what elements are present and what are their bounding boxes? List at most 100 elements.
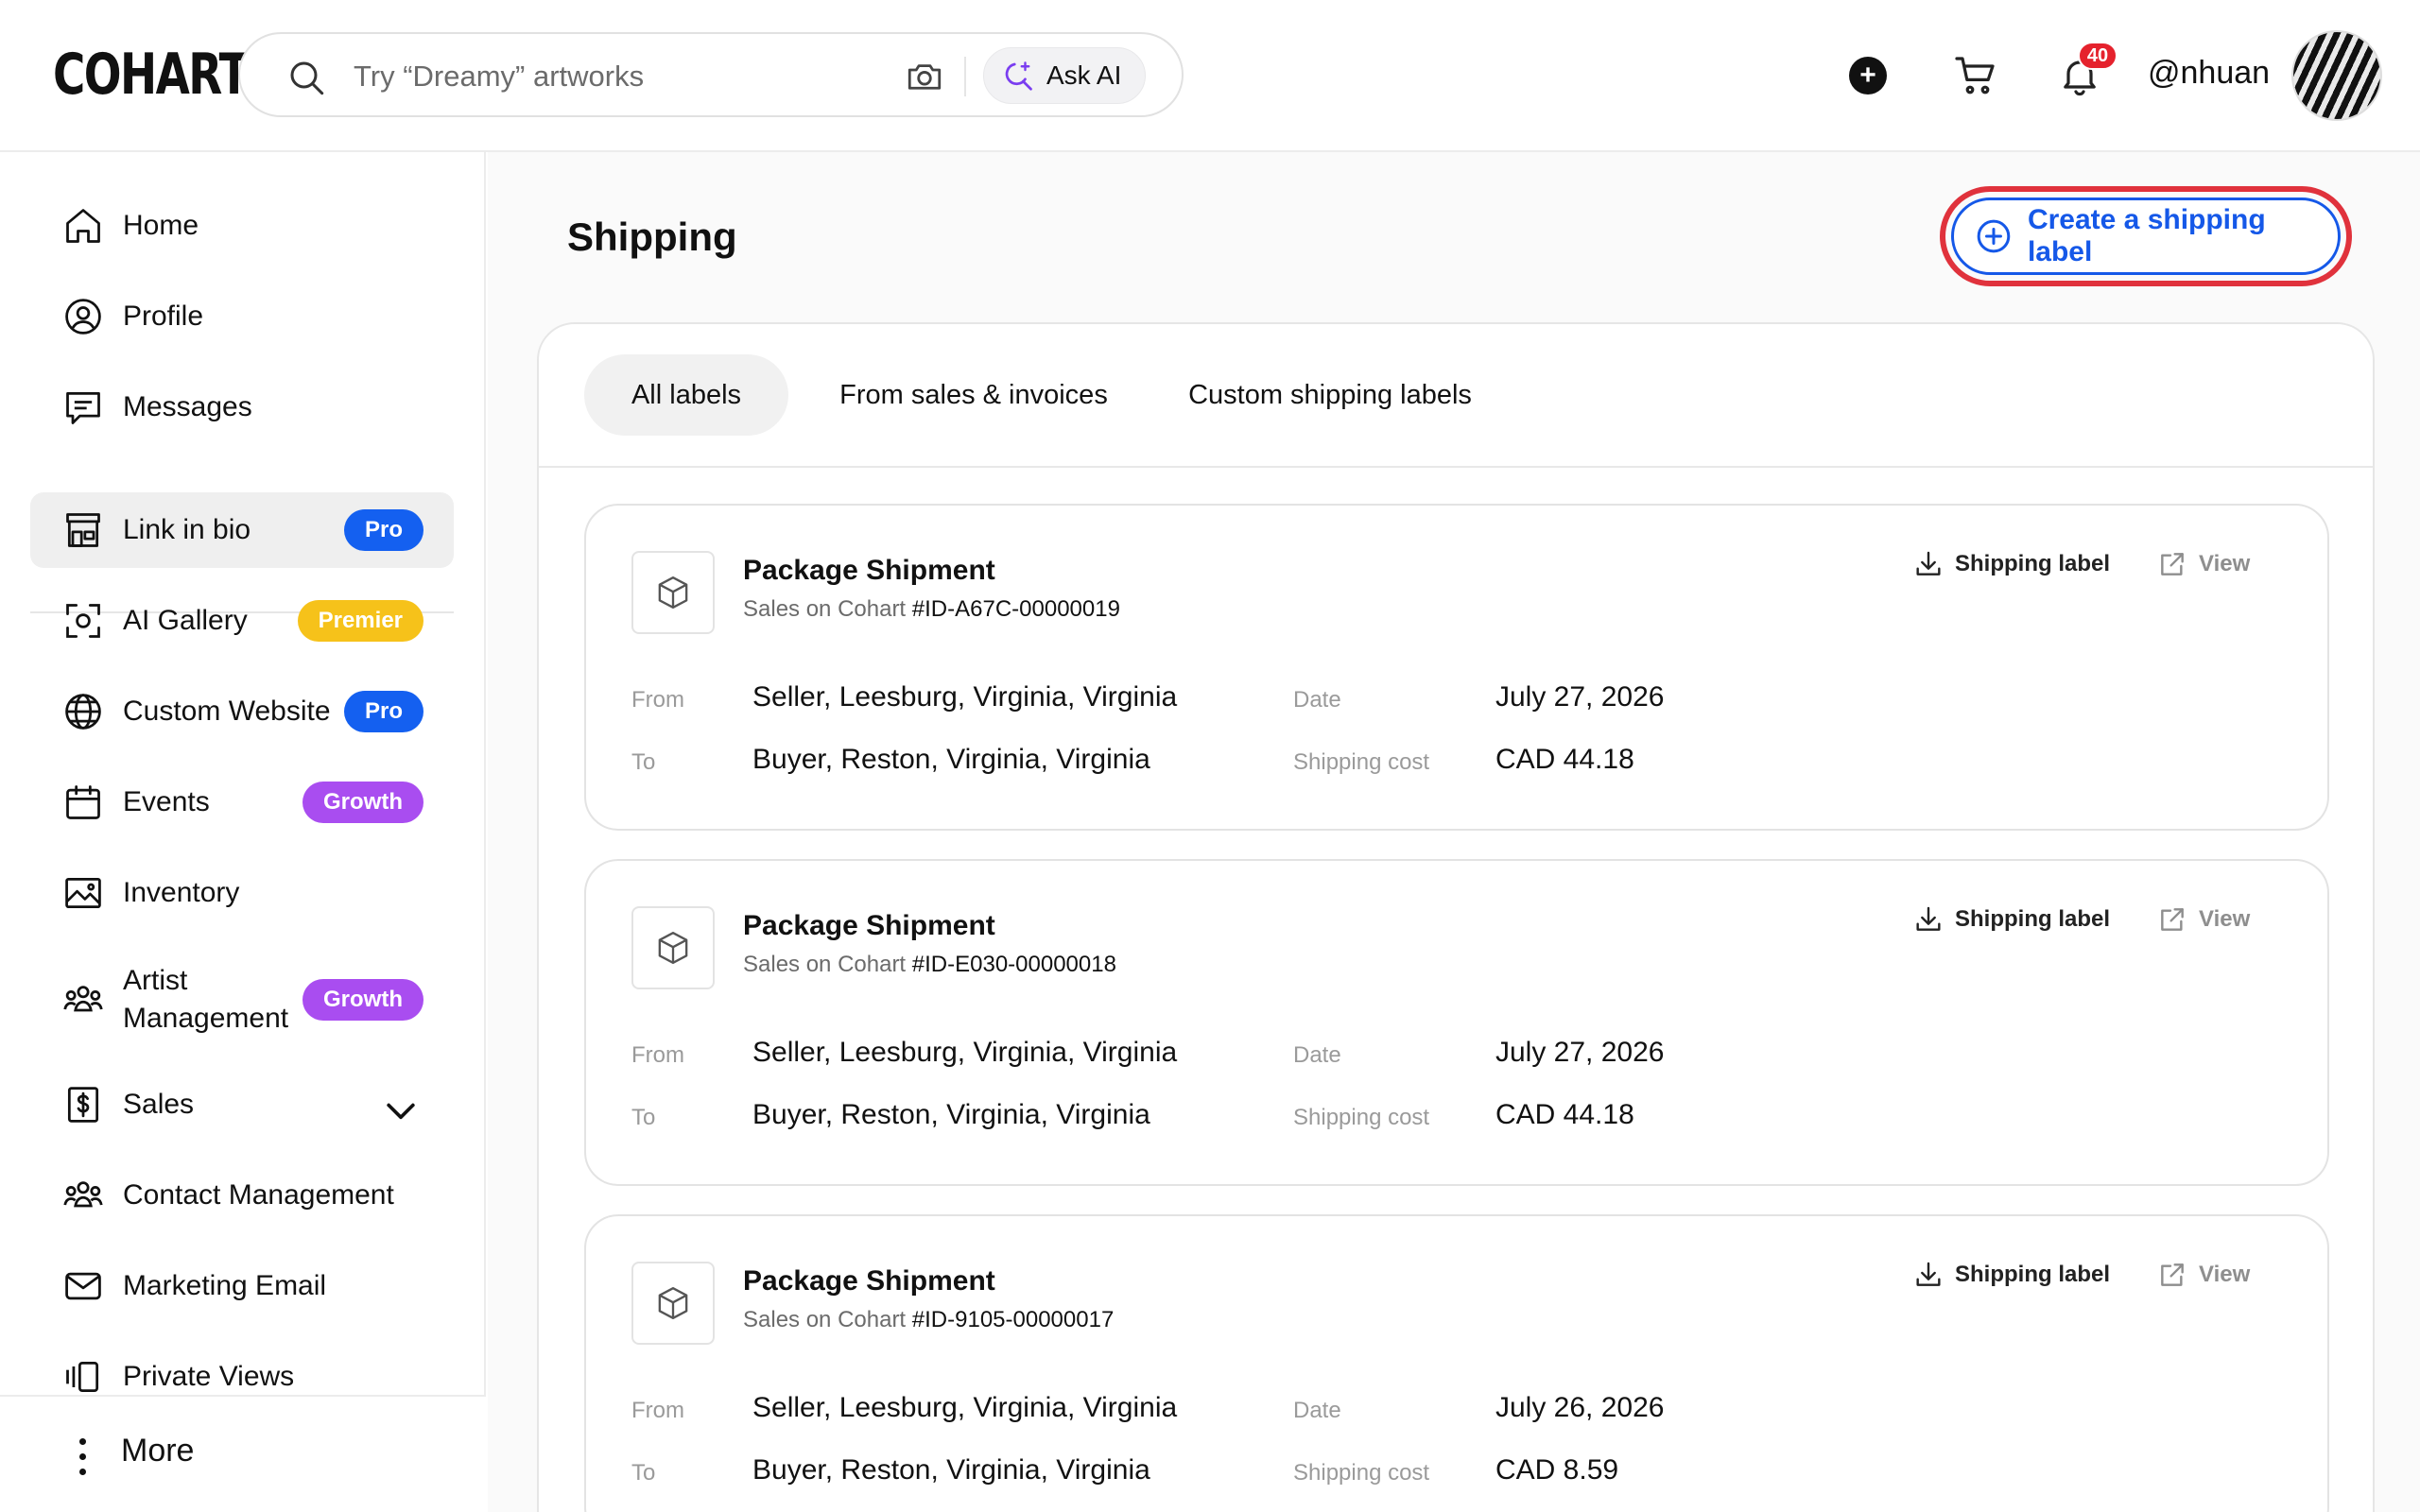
sidebar-item-label: Sales	[123, 1089, 195, 1120]
view-label: View	[2199, 1262, 2251, 1287]
sidebar-more[interactable]: More	[0, 1395, 486, 1512]
view-button[interactable]: View	[2157, 549, 2250, 579]
camera-icon[interactable]	[905, 57, 944, 96]
private-views-icon	[66, 1361, 99, 1393]
sidebar-item-events[interactable]: Events Growth	[30, 765, 454, 840]
create-button-highlight: Create a shipping label	[1940, 186, 2352, 286]
username[interactable]: @nhuan	[2148, 55, 2270, 92]
source-text: Sales on Cohart	[743, 1307, 907, 1332]
notification-badge: 40	[2078, 42, 2118, 70]
chevron-down-icon[interactable]	[380, 1090, 422, 1131]
ask-ai-label: Ask AI	[1046, 60, 1122, 90]
shipment-ref: #ID-E030-00000018	[911, 952, 1116, 977]
from-value: Seller, Leesburg, Virginia, Virginia	[752, 1037, 1178, 1068]
shipment-card[interactable]: Package Shipment Sales on Cohart #ID-E030…	[584, 859, 2329, 1186]
date-value: July 26, 2026	[1495, 1392, 1665, 1423]
shipment-ref: #ID-A67C-00000019	[911, 596, 1120, 622]
to-value: Buyer, Reston, Virginia, Virginia	[752, 1099, 1150, 1130]
search-icon	[290, 61, 324, 95]
pro-badge: Pro	[343, 691, 424, 732]
shipment-source: Sales on Cohart #ID-A67C-00000019	[743, 596, 1120, 623]
shipping-cost-label: Shipping cost	[1293, 1460, 1430, 1486]
shipment-ref: #ID-9105-00000017	[911, 1307, 1115, 1332]
view-label: View	[2199, 906, 2251, 932]
cart-icon[interactable]	[1953, 53, 1998, 98]
shipment-source: Sales on Cohart #ID-9105-00000017	[743, 1307, 1114, 1333]
sidebar-item-messages[interactable]: Messages	[30, 369, 454, 445]
mail-icon	[65, 1272, 101, 1300]
profile-icon	[65, 299, 101, 335]
more-label: More	[121, 1433, 195, 1469]
sidebar-item-sales[interactable]: Sales	[30, 1067, 454, 1143]
from-label: From	[631, 687, 684, 713]
date-value: July 27, 2026	[1495, 1037, 1665, 1068]
download-shipping-label-button[interactable]: Shipping label	[1913, 1260, 2110, 1290]
add-icon[interactable]: +	[1849, 57, 1887, 94]
shipment-card[interactable]: Package Shipment Sales on Cohart #ID-A67C…	[584, 504, 2329, 831]
sidebar-item-inventory[interactable]: Inventory	[30, 855, 454, 931]
shipping-cost-value: CAD 8.59	[1495, 1454, 1619, 1486]
more-icon	[79, 1438, 87, 1484]
shipping-cost-value: CAD 44.18	[1495, 1099, 1634, 1130]
tab-all-labels[interactable]: All labels	[584, 354, 788, 436]
source-text: Sales on Cohart	[743, 952, 907, 977]
view-button[interactable]: View	[2157, 904, 2250, 935]
plus-circle-icon	[1977, 219, 2011, 253]
sidebar-item-home[interactable]: Home	[30, 188, 454, 264]
download-icon	[1916, 906, 1941, 931]
download-shipping-label-button[interactable]: Shipping label	[1913, 904, 2110, 935]
sidebar-item-label: Link in bio	[123, 514, 251, 545]
shipping-panel: All labels From sales & invoices Custom …	[537, 322, 2375, 1512]
date-label: Date	[1293, 687, 1341, 713]
to-label: To	[631, 1105, 656, 1130]
sidebar-item-label: Messages	[123, 391, 252, 422]
shipping-cost-label: Shipping cost	[1293, 749, 1430, 775]
sidebar-item-contact-management[interactable]: Contact Management	[30, 1158, 454, 1233]
ai-gallery-icon	[66, 604, 100, 638]
sidebar-item-label: Profile	[123, 301, 204, 332]
download-label: Shipping label	[1955, 1262, 2111, 1287]
download-icon	[1916, 551, 1941, 576]
shipment-title: Package Shipment	[743, 555, 995, 586]
package-icon	[631, 1262, 715, 1345]
tab-bar: All labels From sales & invoices Custom …	[539, 324, 2373, 468]
download-shipping-label-button[interactable]: Shipping label	[1913, 549, 2110, 579]
from-label: From	[631, 1398, 684, 1423]
sidebar-item-profile[interactable]: Profile	[30, 279, 454, 354]
external-link-icon	[2161, 908, 2184, 931]
sidebar-item-label: Marketing Email	[123, 1270, 327, 1301]
cohart-logo[interactable]: COHART	[53, 42, 250, 108]
storefront-icon	[66, 513, 100, 547]
sidebar-item-link-in-bio[interactable]: Link in bio Pro	[30, 492, 454, 568]
sidebar-item-label: Contact Management	[123, 1179, 394, 1211]
tab-from-sales-invoices[interactable]: From sales & invoices	[809, 354, 1138, 436]
shipment-card[interactable]: Package Shipment Sales on Cohart #ID-9105…	[584, 1214, 2329, 1512]
label-line-1: Artist	[123, 965, 188, 996]
sidebar-item-custom-website[interactable]: Custom Website Pro	[30, 674, 454, 749]
shipping-cost-value: CAD 44.18	[1495, 744, 1634, 775]
view-button[interactable]: View	[2157, 1260, 2250, 1290]
to-label: To	[631, 749, 656, 775]
view-label: View	[2199, 551, 2251, 576]
ask-ai-button[interactable]: Ask AI	[983, 47, 1146, 104]
external-link-icon	[2161, 553, 2184, 576]
dollar-icon	[67, 1087, 99, 1123]
sidebar-item-label: Home	[123, 210, 199, 241]
growth-badge: Growth	[302, 979, 424, 1021]
home-icon	[66, 209, 100, 243]
to-label: To	[631, 1460, 656, 1486]
download-label: Shipping label	[1955, 551, 2111, 576]
messages-icon	[66, 391, 100, 424]
sidebar-item-ai-gallery[interactable]: AI Gallery Premier	[30, 583, 454, 659]
search-bar: Ask AI	[238, 32, 1184, 117]
tab-custom-shipping-labels[interactable]: Custom shipping labels	[1155, 354, 1505, 436]
avatar[interactable]	[2291, 30, 2382, 121]
create-shipping-label-button[interactable]: Create a shipping label	[1951, 198, 2341, 275]
sidebar-item-marketing-email[interactable]: Marketing Email	[30, 1248, 454, 1324]
label-line-2: Management	[123, 1003, 289, 1034]
shipment-source: Sales on Cohart #ID-E030-00000018	[743, 952, 1116, 978]
main-content: Shipping Create a shipping label All lab…	[488, 152, 2420, 1512]
sidebar-item-artist-management[interactable]: Artist Management Growth	[30, 955, 454, 1044]
to-value: Buyer, Reston, Virginia, Virginia	[752, 744, 1150, 775]
image-icon	[65, 877, 101, 909]
